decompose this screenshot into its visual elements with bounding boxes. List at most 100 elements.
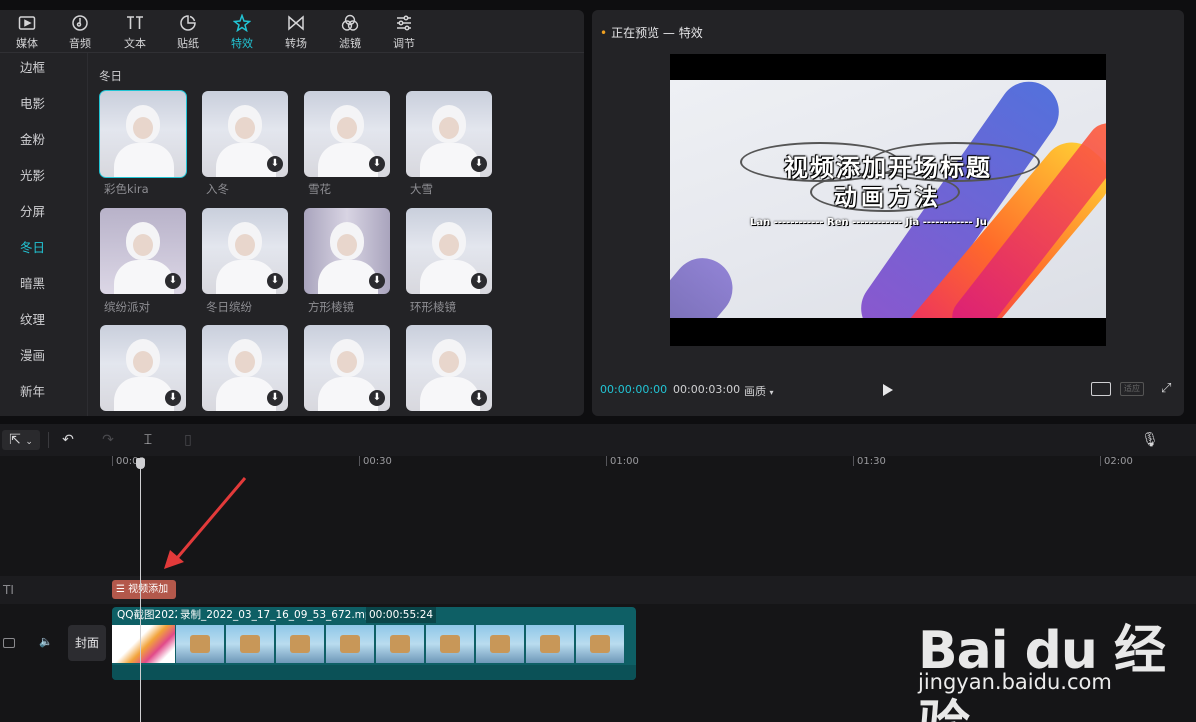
effect-card[interactable]: ⬇ [304,91,390,177]
download-icon[interactable]: ⬇ [165,273,181,289]
time-ruler[interactable]: 00:00 00:30 01:00 01:30 02:00 [0,456,1196,470]
playhead-handle[interactable] [136,458,145,469]
effect-thumbnail: ⬇ [304,91,390,177]
duration: 00:00:03:00 [673,383,741,396]
effect-thumbnail: ⬇ [406,208,492,294]
category-item[interactable]: 金粉 [20,129,45,148]
ruler-label: 00:30 [363,456,392,467]
effect-label: 方形棱镜 [308,300,354,314]
preview-panel: • 正在预览 — 特效 视频添加开场标题 动画方法 Lan -----------… [592,10,1184,416]
sticker-icon [180,15,196,31]
quality-dropdown[interactable]: 画质 ▾ [744,383,774,399]
redo-icon[interactable]: ↷ [98,430,118,450]
effect-thumbnail: ⬇ [100,208,186,294]
effect-label: 大雪 [410,182,433,196]
ruler-label: 01:30 [857,456,886,467]
preview-title: • 正在预览 — 特效 [600,24,703,41]
download-icon[interactable]: ⬇ [369,273,385,289]
timeline-toolbar: ⇱ ⌄ ↶ ↷ ⌶ ▯ 🎙 [0,424,1196,456]
effect-card[interactable]: ⬇ [304,325,390,411]
section-title: 冬日 [99,69,122,83]
effect-card[interactable]: ⬇ [304,208,390,294]
tab-label: 文本 [124,37,146,50]
category-item[interactable]: 分屏 [20,201,45,220]
text-icon [127,16,143,29]
microphone-icon[interactable]: 🎙 [1140,430,1160,450]
undo-icon[interactable]: ↶ [58,430,78,450]
effect-card[interactable]: ⬇ [406,91,492,177]
speaker-icon[interactable]: 🔈 [39,635,53,648]
chevron-down-icon: ⌄ [25,437,33,447]
effect-thumbnail: ⬇ [202,91,288,177]
download-icon[interactable]: ⬇ [471,390,487,406]
ruler-label: 01:00 [610,456,639,467]
download-icon[interactable]: ⬇ [267,390,283,406]
download-icon[interactable]: ⬇ [267,156,283,172]
category-item[interactable]: 新年 [20,381,45,400]
video-clip[interactable]: QQ截图2022 录制_2022_03_17_16_09_53_672.mp4 … [112,607,636,680]
download-icon[interactable]: ⬇ [471,156,487,172]
text-track [0,576,1196,604]
video-frame: 视频添加开场标题 动画方法 Lan ------------ Ren -----… [670,80,1106,318]
effect-card-selected[interactable] [99,90,187,178]
effect-thumbnail: ⬇ [202,208,288,294]
tab-filter[interactable]: 滤镜 [328,14,372,52]
preview-title-text: 正在预览 — 特效 [611,26,703,40]
text-clip[interactable]: ☰ 视频添加 [112,580,176,599]
fullscreen-icon[interactable]: ⤢ [1161,382,1175,396]
waveform-icon[interactable] [1091,382,1111,396]
effect-card[interactable]: ⬇ [202,208,288,294]
filter-icon [341,14,359,31]
effect-card[interactable]: ⬇ [406,208,492,294]
effect-card[interactable]: ⬇ [202,91,288,177]
clip-duration: 00:00:55:24 [366,607,437,623]
select-tool-button[interactable]: ⇱ ⌄ [2,430,40,450]
quality-label: 画质 [744,385,766,398]
download-icon[interactable]: ⬇ [471,273,487,289]
play-icon[interactable] [883,384,893,396]
effect-card[interactable]: ⬇ [202,325,288,411]
download-icon[interactable]: ⬇ [369,156,385,172]
current-time: 00:00:00:00 [600,383,668,396]
split-icon[interactable]: ⌶ [138,430,158,450]
effect-card[interactable]: ⬇ [100,208,186,294]
tab-transition[interactable]: 转场 [274,14,318,52]
clip-name: 录制_2022_03_17_16_09_53_672.mp4 [180,609,379,621]
delete-icon[interactable]: ▯ [178,430,198,450]
transition-icon [288,15,304,31]
download-icon[interactable]: ⬇ [267,273,283,289]
effect-card[interactable]: ⬇ [406,325,492,411]
toolbar-divider [48,432,49,448]
tab-effects[interactable]: 特效 [220,14,264,52]
playhead[interactable] [140,458,141,722]
text-clip-icon: ☰ [116,584,129,595]
fit-button[interactable]: 适应 [1120,382,1144,396]
effect-card[interactable]: ⬇ [100,325,186,411]
category-item[interactable]: 边框 [20,57,45,76]
category-item[interactable]: 电影 [20,93,45,112]
effect-label: 环形棱镜 [410,300,456,314]
music-icon [72,15,88,31]
category-item-active[interactable]: 冬日 [20,237,45,256]
tab-adjust[interactable]: 调节 [382,14,426,52]
first-clip-thumbnail [112,625,175,663]
tab-label: 滤镜 [339,37,361,50]
download-icon[interactable]: ⬇ [165,390,181,406]
cover-button[interactable]: 封面 [68,625,106,661]
library-panel: 媒体 音频 文本 贴纸 特效 转场 滤镜 调节 边框 电影 金粉 光影 分屏 冬… [0,10,584,416]
timeline-area[interactable]: 00:00 00:30 01:00 01:30 02:00 TI ☰ 视频添加 … [0,456,1196,722]
tab-sticker[interactable]: 贴纸 [166,14,210,52]
video-preview[interactable]: 视频添加开场标题 动画方法 Lan ------------ Ren -----… [670,54,1106,346]
category-item[interactable]: 光影 [20,165,45,184]
category-item[interactable]: 暗黑 [20,273,45,292]
category-item[interactable]: 纹理 [20,309,45,328]
tab-text[interactable]: 文本 [113,14,157,52]
clip-thumbnail-strip [112,625,636,663]
effect-label: 彩色kira [104,182,149,196]
tab-audio[interactable]: 音频 [58,14,102,52]
category-item[interactable]: 漫画 [20,345,45,364]
tab-media[interactable]: 媒体 [5,14,49,52]
clip-first-name: QQ截图2022 [117,609,177,621]
download-icon[interactable]: ⬇ [369,390,385,406]
effect-label: 缤纷派对 [104,300,150,314]
